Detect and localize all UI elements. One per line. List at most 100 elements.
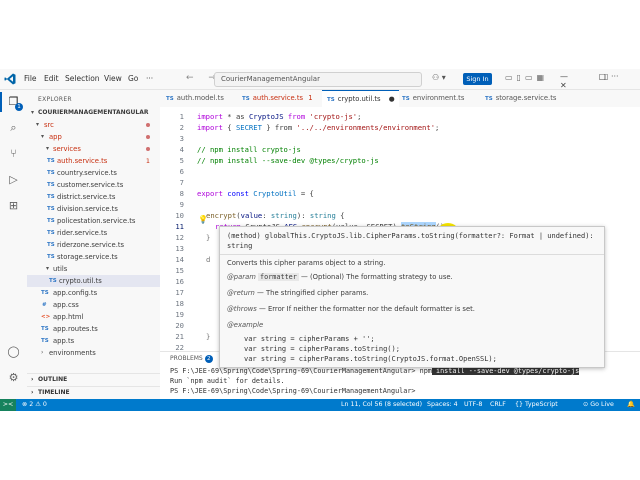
- folder-label: services: [53, 145, 81, 153]
- remote-indicator-icon[interactable]: ><: [0, 399, 16, 411]
- line-number: 17: [175, 288, 184, 297]
- typescript-file-icon: TS: [485, 96, 493, 102]
- folder-src[interactable]: ▾ src: [27, 119, 160, 131]
- code-line-14: d: [206, 255, 211, 264]
- tab-label: auth.model.ts: [176, 94, 224, 102]
- tab-auth-service[interactable]: TS auth.service.ts 1: [242, 90, 313, 107]
- file-item[interactable]: TS storage.service.ts: [27, 251, 160, 263]
- typescript-file-icon: TS: [49, 278, 57, 284]
- outline-section[interactable]: › OUTLINE: [27, 373, 160, 386]
- line-number: 16: [175, 277, 184, 286]
- file-item-selected[interactable]: TS crypto.util.ts: [27, 275, 160, 287]
- command-center-search[interactable]: CourierManagementAngular: [214, 72, 422, 87]
- code-line-5: // npm install --save-dev @types/crypto-…: [197, 156, 379, 165]
- timeline-section[interactable]: › TIMELINE: [27, 386, 160, 399]
- typescript-file-icon: TS: [47, 170, 55, 176]
- typescript-file-icon: TS: [41, 338, 49, 344]
- settings-gear-icon[interactable]: ⚙: [6, 370, 21, 385]
- file-item[interactable]: TS customer.service.ts: [27, 179, 160, 191]
- typescript-file-icon: TS: [47, 242, 55, 248]
- sign-in-button[interactable]: Sign In: [463, 73, 492, 85]
- more-actions-icon[interactable]: ▯ ···: [604, 72, 619, 81]
- account-icon[interactable]: ◯: [6, 344, 21, 359]
- tab-label: auth.service.ts: [252, 94, 304, 102]
- menu-more[interactable]: ···: [146, 74, 153, 83]
- file-item[interactable]: TS country.service.ts: [27, 167, 160, 179]
- menu-view[interactable]: View: [104, 74, 122, 83]
- line-number: 15: [175, 266, 184, 275]
- chevron-down-icon: ▾: [36, 121, 40, 128]
- explorer-sidebar: EXPLORER ▾ COURIERMANAGEMENTANGULAR ▾ sr…: [27, 90, 161, 399]
- chevron-down-icon: ▾: [41, 133, 45, 140]
- title-bar: File Edit Selection View Go ··· ← → Cour…: [0, 69, 640, 90]
- extensions-icon[interactable]: ⊞: [6, 198, 21, 213]
- indentation-status[interactable]: Spaces: 4: [427, 399, 458, 411]
- notifications-bell-icon[interactable]: 🔔: [627, 399, 635, 411]
- file-item[interactable]: TS rider.service.ts: [27, 227, 160, 239]
- file-label: app.css: [53, 301, 79, 309]
- line-number: 2: [179, 123, 184, 132]
- file-item[interactable]: TS district.service.ts: [27, 191, 160, 203]
- css-file-icon: #: [42, 302, 47, 308]
- tab-label: storage.service.ts: [495, 94, 557, 102]
- code-line-21: }: [206, 332, 211, 341]
- line-number: 9: [179, 200, 184, 209]
- menu-edit[interactable]: Edit: [44, 74, 59, 83]
- cursor-position[interactable]: Ln 11, Col 56 (8 selected): [341, 399, 422, 411]
- file-item[interactable]: TS app.config.ts: [27, 287, 160, 299]
- file-item[interactable]: TS riderzone.service.ts: [27, 239, 160, 251]
- run-debug-icon[interactable]: ▷: [6, 172, 21, 187]
- terminal-line-3[interactable]: PS F:\JEE-69\Spring\Code\Spring-69\Couri…: [170, 387, 420, 395]
- hover-example-line: var string = cipherParams + '';: [244, 335, 375, 343]
- file-item[interactable]: # app.css: [27, 299, 160, 311]
- folder-environments[interactable]: › environments: [27, 347, 160, 359]
- typescript-file-icon: TS: [47, 254, 55, 260]
- chevron-down-icon: ▾: [31, 109, 35, 116]
- tab-environment[interactable]: TS environment.ts: [402, 90, 464, 107]
- project-folder[interactable]: ▾ COURIERMANAGEMENTANGULAR: [27, 107, 160, 119]
- file-item[interactable]: <> app.html: [27, 311, 160, 323]
- eol-status[interactable]: CRLF: [490, 399, 506, 411]
- language-mode[interactable]: {} TypeScript: [515, 399, 558, 411]
- vscode-window: File Edit Selection View Go ··· ← → Cour…: [0, 69, 640, 411]
- file-label: customer.service.ts: [57, 181, 124, 189]
- line-number: 8: [179, 189, 184, 198]
- error-count: 1: [145, 157, 150, 165]
- hover-divider: [220, 254, 604, 255]
- menu-file[interactable]: File: [24, 74, 37, 83]
- file-item[interactable]: TS division.service.ts: [27, 203, 160, 215]
- folder-services[interactable]: ▾ services: [27, 143, 160, 155]
- line-number: 5: [179, 156, 184, 165]
- window-controls[interactable]: — ▢ ✕: [560, 72, 640, 90]
- tab-storage-service[interactable]: TS storage.service.ts: [485, 90, 556, 107]
- tab-auth-model[interactable]: TS auth.model.ts: [166, 90, 224, 107]
- menu-selection[interactable]: Selection: [65, 74, 100, 83]
- code-line-12: }: [206, 233, 211, 242]
- line-number-current: 11: [175, 222, 184, 231]
- lightbulb-icon[interactable]: 💡: [198, 215, 208, 224]
- problems-count-badge: 2: [204, 355, 213, 363]
- file-item[interactable]: TS auth.service.ts 1: [27, 155, 160, 167]
- menu-go[interactable]: Go: [128, 74, 138, 83]
- problems-tab[interactable]: PROBLEMS 2: [170, 355, 213, 363]
- typescript-file-icon: TS: [47, 182, 55, 188]
- source-control-icon[interactable]: ⑂: [6, 146, 21, 161]
- file-label: app.routes.ts: [53, 325, 98, 333]
- file-item[interactable]: TS app.routes.ts: [27, 323, 160, 335]
- layout-icons[interactable]: ▭▯▭▦: [505, 73, 548, 82]
- error-dot: [146, 147, 150, 151]
- problems-status[interactable]: ⊗ 2 ⚠ 0: [22, 399, 47, 411]
- file-item[interactable]: TS policestation.service.ts: [27, 215, 160, 227]
- hover-example-line: var string = cipherParams.toString(Crypt…: [244, 355, 497, 363]
- folder-app[interactable]: ▾ app: [27, 131, 160, 143]
- folder-utils[interactable]: ▾ utils: [27, 263, 160, 275]
- file-item[interactable]: TS app.ts: [27, 335, 160, 347]
- line-number: 12: [175, 233, 184, 242]
- search-icon[interactable]: ⌕: [6, 120, 21, 135]
- copilot-icon[interactable]: ⚇ ▾: [432, 73, 446, 82]
- encoding-status[interactable]: UTF-8: [464, 399, 482, 411]
- unsaved-dot-icon[interactable]: ●: [389, 95, 395, 103]
- tab-crypto-util[interactable]: TS crypto.util.ts ●: [322, 90, 399, 108]
- go-live-button[interactable]: ⊙ Go Live: [583, 399, 614, 411]
- line-number: 4: [179, 145, 184, 154]
